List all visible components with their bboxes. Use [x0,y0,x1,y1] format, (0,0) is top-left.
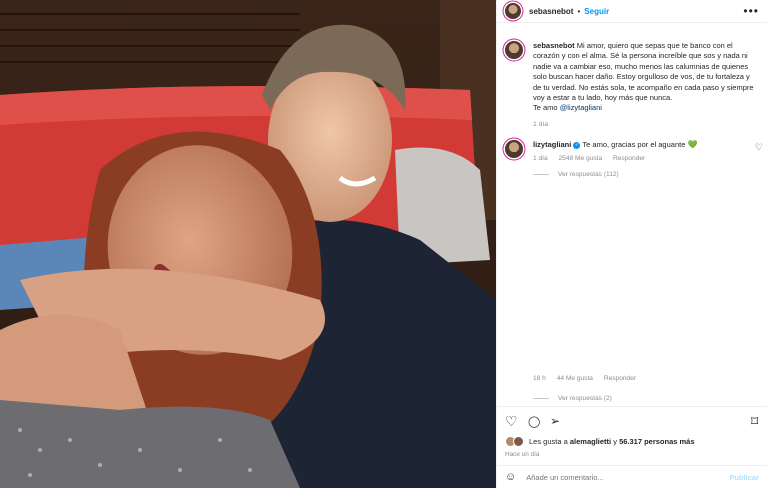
more-options-icon[interactable]: ••• [743,4,759,18]
emoji-icon[interactable]: ☺ [505,471,516,483]
caption-mention[interactable]: @lizytagliani [560,103,602,112]
comment-body: lizytagliani ✓ Te amo, gracias por el ag… [533,140,697,162]
author-avatar[interactable] [505,3,521,19]
view-replies-button-2[interactable]: Ver respuestas (2) [533,395,612,402]
share-icon[interactable]: ➢ [550,414,560,428]
caption-text: Mi amor, quiero que sepas que te banco c… [533,41,754,103]
green-heart-icon: 💚 [687,140,698,150]
post-header: sebasnebot • Seguir ••• [497,0,767,23]
caption-closing: Te amo [533,103,560,113]
header-separator: • [577,6,581,16]
likes-count[interactable]: 56.317 personas más [619,437,694,446]
post-caption: sebasnebot Mi amor, quiero que sepas que… [497,23,767,130]
add-comment-row: ☺ Publicar [497,465,767,488]
subcomment-meta: 18 h 44 Me gusta Responder [533,375,645,382]
add-comment-input[interactable] [524,471,730,483]
likes-text: Les gusta a alemaglietti y 56.317 person… [529,437,695,446]
subcomment-time: 18 h [533,375,546,382]
liker-avatar [513,436,524,447]
comment-likes[interactable]: 2548 Me gusta [559,155,603,162]
subcomment-likes[interactable]: 44 Me gusta [557,375,593,382]
comment-reply-button[interactable]: Responder [613,155,645,162]
caption-username[interactable]: sebasnebot [533,41,575,50]
likes-summary: Les gusta a alemaglietti y 56.317 person… [505,436,695,447]
caption-avatar[interactable] [505,41,523,59]
view-replies-button[interactable]: Ver respuestas (112) [533,171,619,178]
replies-line [533,398,549,399]
subcomment-reply-button[interactable]: Responder [604,375,636,382]
comment-avatar[interactable] [505,140,523,159]
selfie-image [0,0,496,488]
follow-button[interactable]: Seguir [584,7,609,16]
view-replies-label-2[interactable]: Ver respuestas (2) [558,395,612,402]
likes-middle: y [611,437,620,446]
caption-body: sebasnebot Mi amor, quiero que sepas que… [533,41,757,130]
bookmark-icon[interactable]: ⌑ [751,414,758,428]
likes-user[interactable]: alemaglietti [570,437,611,446]
comment-time: 1 día [533,155,548,163]
comment-username[interactable]: lizytagliani [533,140,571,149]
publish-button[interactable]: Publicar [729,473,759,482]
instagram-post: sebasnebot • Seguir ••• sebasnebot Mi am… [0,0,767,488]
heart-icon[interactable]: ♡ [505,414,518,428]
comment-meta: 1 día 2548 Me gusta Responder [533,155,697,162]
comment-text: Te amo, gracias por el aguante [582,140,686,150]
post-photo[interactable] [0,0,496,488]
likes-prefix: Les gusta a [529,437,570,446]
caption-time: 1 día [533,120,549,128]
view-replies-label[interactable]: Ver respuestas (112) [558,171,619,178]
replies-line [533,174,549,175]
author-username[interactable]: sebasnebot [529,7,573,16]
post-timestamp: Hace un día [505,451,540,458]
post-side-panel: sebasnebot • Seguir ••• sebasnebot Mi am… [496,0,767,488]
action-bar: ♡ ◯ ➢ ⌑ [497,406,767,437]
comment-icon[interactable]: ◯ [528,415,540,429]
verified-badge-icon: ✓ [573,141,581,149]
comment-like-icon[interactable]: ♡ [755,142,763,153]
comment-item: lizytagliani ✓ Te amo, gracias por el ag… [497,130,767,162]
